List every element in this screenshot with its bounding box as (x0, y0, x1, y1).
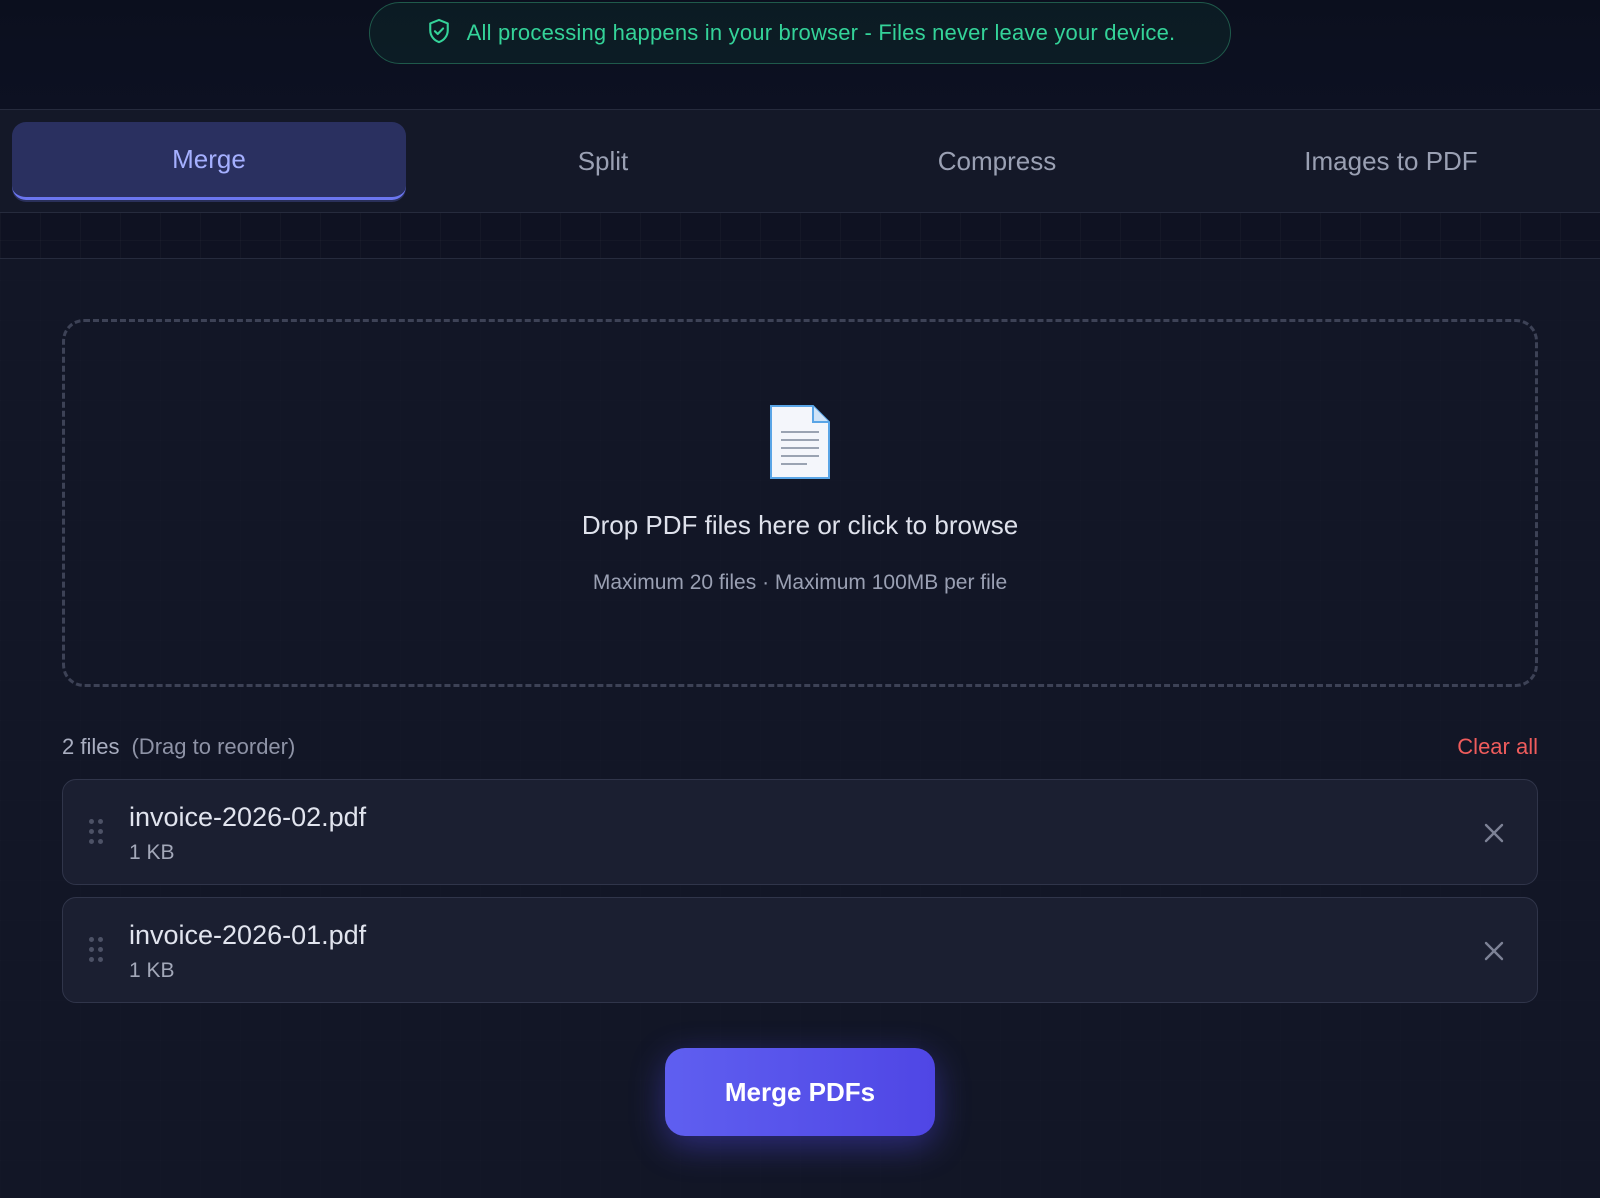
file-name: invoice-2026-01.pdf (129, 920, 367, 950)
tab-split[interactable]: Split (406, 122, 800, 200)
drag-handle-icon[interactable] (89, 937, 103, 963)
tab-images-to-pdf[interactable]: Images to PDF (1194, 122, 1588, 200)
privacy-banner-text: All processing happens in your browser -… (466, 20, 1176, 45)
clear-all-button[interactable]: Clear all (1457, 734, 1538, 760)
shield-check-icon (425, 17, 453, 50)
file-list-header: 2 files (Drag to reorder) Clear all (62, 730, 1538, 764)
privacy-banner: All processing happens in your browser -… (369, 2, 1231, 64)
pdf-dropzone[interactable]: Drop PDF files here or click to browse M… (62, 319, 1538, 687)
close-icon[interactable] (1479, 818, 1509, 848)
file-list-item[interactable]: invoice-2026-01.pdf 1 KB (62, 897, 1538, 1003)
file-count: 2 files (Drag to reorder) (62, 734, 295, 760)
dropzone-subtitle: Maximum 20 files · Maximum 100MB per fil… (592, 570, 1008, 594)
tab-merge[interactable]: Merge (12, 122, 406, 200)
file-size: 1 KB (129, 841, 175, 864)
file-name: invoice-2026-02.pdf (129, 802, 367, 832)
document-icon (770, 404, 830, 479)
tab-compress[interactable]: Compress (800, 122, 1194, 200)
merge-pdfs-button[interactable]: Merge PDFs (665, 1048, 935, 1136)
file-count-label: 2 files (62, 734, 120, 759)
close-icon[interactable] (1479, 936, 1509, 966)
reorder-hint: (Drag to reorder) (131, 734, 296, 759)
drag-handle-icon[interactable] (89, 819, 103, 845)
file-size: 1 KB (129, 959, 175, 982)
tool-tabs: Merge Split Compress Images to PDF (0, 109, 1600, 213)
file-list-item[interactable]: invoice-2026-02.pdf 1 KB (62, 779, 1538, 885)
dropzone-title: Drop PDF files here or click to browse (581, 509, 1019, 540)
